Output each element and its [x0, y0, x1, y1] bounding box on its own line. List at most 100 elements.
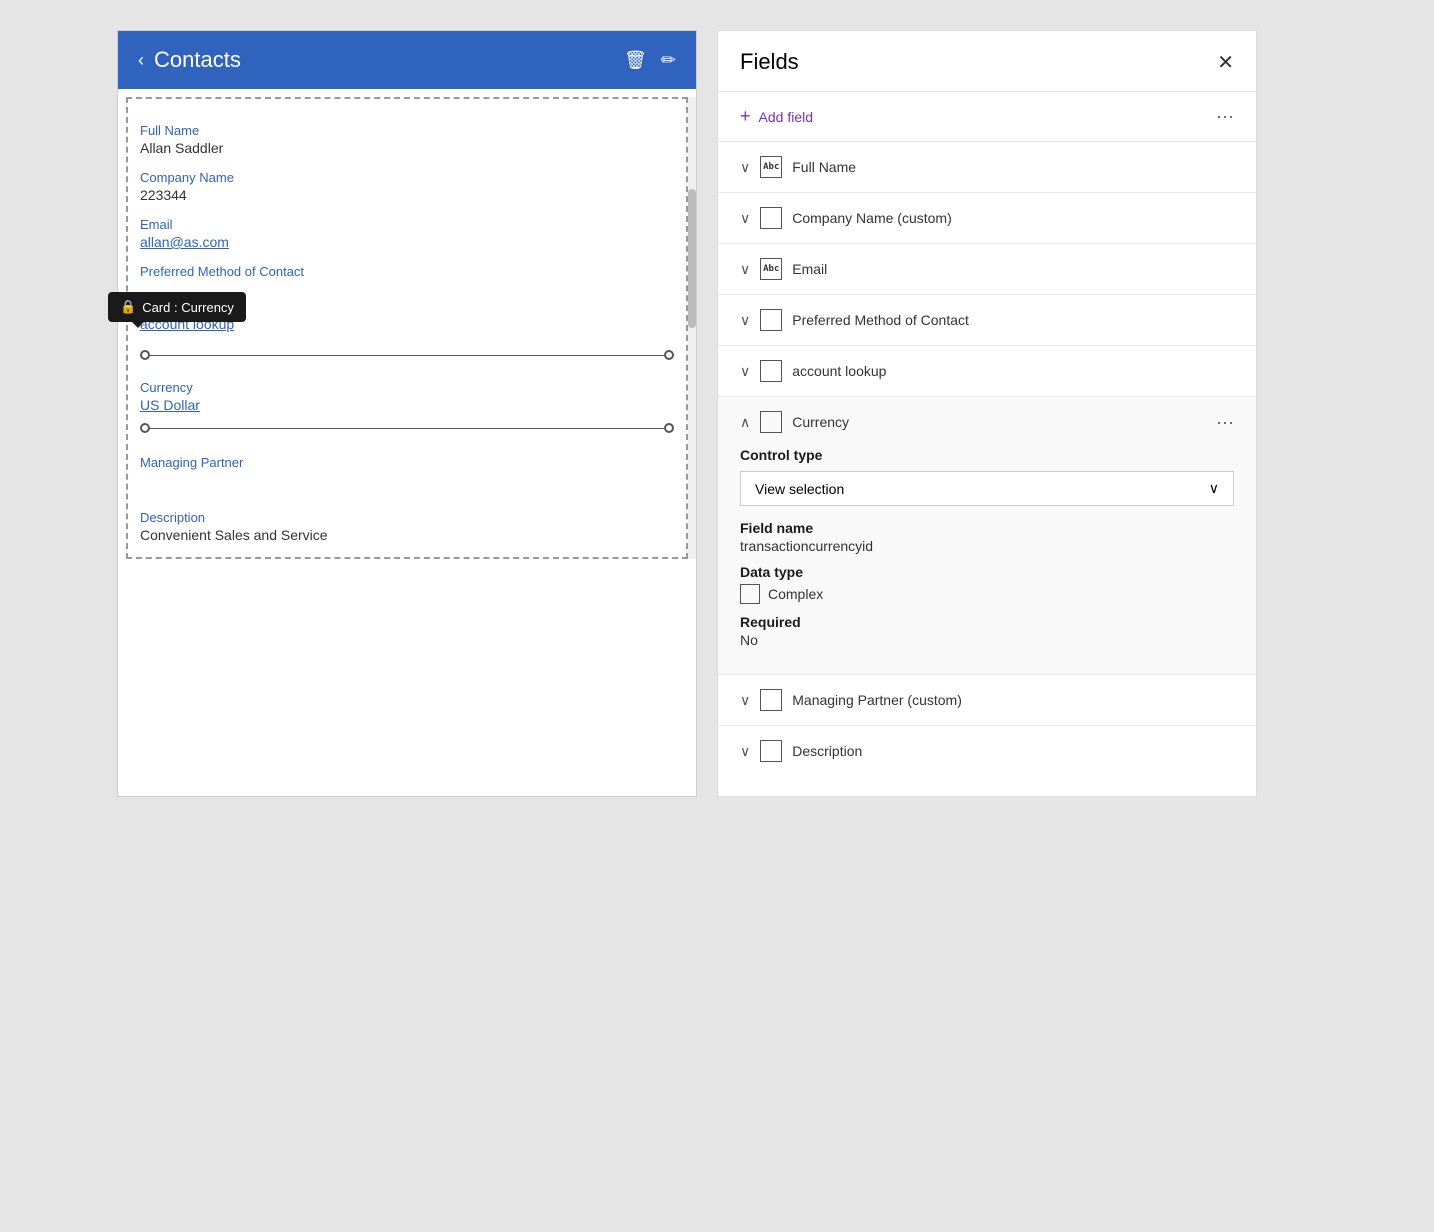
- tooltip-text: Card : Currency: [142, 300, 234, 315]
- description-value: Convenient Sales and Service: [140, 527, 674, 543]
- fullname-type-icon: Abc: [760, 156, 782, 178]
- scroll-thumb[interactable]: [688, 189, 696, 328]
- delete-icon[interactable]: 🗑: [624, 50, 647, 71]
- managing-partner-label: Managing Partner: [140, 455, 674, 470]
- field-name-value: transactioncurrencyid: [740, 538, 1234, 554]
- field-item-email[interactable]: ∨ Abc Email ···: [718, 244, 1256, 295]
- field-item-companyname[interactable]: ∨ Company Name (custom) ···: [718, 193, 1256, 244]
- handle-line-top: [150, 355, 664, 356]
- preferred-method-label: Preferred Method of Contact: [140, 264, 674, 279]
- handle-dot-right[interactable]: [664, 350, 674, 360]
- chevron-email: ∨: [740, 261, 750, 278]
- preferred-type-icon: [760, 309, 782, 331]
- field-item-preferred[interactable]: ∨ Preferred Method of Contact ···: [718, 295, 1256, 346]
- accountlookup-item-name: account lookup: [792, 363, 886, 379]
- managingpartner-type-icon: [760, 689, 782, 711]
- chevron-accountlookup: ∨: [740, 363, 750, 380]
- currency-label: Currency: [140, 380, 200, 395]
- required-row: Required No: [740, 614, 1234, 648]
- currency-type-icon: [760, 411, 782, 433]
- field-item-fullname[interactable]: ∨ Abc Full Name ···: [718, 142, 1256, 193]
- top-handle-row: [140, 350, 674, 360]
- contacts-panel: ‹ Contacts 🗑 ✏ Full Name Allan Saddler C…: [117, 30, 697, 797]
- preferred-item-name: Preferred Method of Contact: [792, 312, 969, 328]
- control-type-value: View selection: [755, 481, 844, 497]
- managing-partner-field: Managing Partner: [140, 455, 674, 470]
- control-type-dropdown[interactable]: View selection ∨: [740, 471, 1234, 506]
- accountlookup-type-icon: [760, 360, 782, 382]
- edit-icon[interactable]: ✏: [661, 50, 676, 71]
- fields-panel-title: Fields: [740, 49, 799, 75]
- bottom-handle-row: [140, 423, 674, 433]
- full-name-field: Full Name Allan Saddler: [140, 123, 674, 156]
- dropdown-chevron: ∨: [1209, 480, 1219, 497]
- contacts-body: Full Name Allan Saddler Company Name 223…: [118, 97, 696, 559]
- chevron-description: ∨: [740, 743, 750, 760]
- fields-panel: Fields ✕ + Add field ··· ∨ Abc Full Name…: [717, 30, 1257, 797]
- field-name-label: Field name: [740, 520, 1234, 536]
- fullname-item-name: Full Name: [792, 159, 856, 175]
- preferred-method-field: Preferred Method of Contact: [140, 264, 674, 279]
- description-type-icon: [760, 740, 782, 762]
- company-name-label: Company Name: [140, 170, 674, 185]
- chevron-preferred: ∨: [740, 312, 750, 329]
- email-type-icon: Abc: [760, 258, 782, 280]
- field-item-managingpartner[interactable]: ∨ Managing Partner (custom) ···: [718, 675, 1256, 726]
- add-field-row: + Add field ···: [718, 92, 1256, 142]
- chevron-fullname: ∨: [740, 159, 750, 176]
- currency-ellipsis[interactable]: ···: [1216, 412, 1234, 433]
- field-name-row: Field name transactioncurrencyid: [740, 520, 1234, 554]
- description-field: Description Convenient Sales and Service: [140, 510, 674, 543]
- data-type-value-row: Complex: [740, 584, 1234, 604]
- email-value[interactable]: allan@as.com: [140, 234, 674, 250]
- control-type-label: Control type: [740, 447, 1234, 463]
- managingpartner-item-name: Managing Partner (custom): [792, 692, 962, 708]
- companyname-type-icon: [760, 207, 782, 229]
- data-type-icon: [740, 584, 760, 604]
- full-name-value: Allan Saddler: [140, 140, 674, 156]
- handle-dot-left[interactable]: [140, 350, 150, 360]
- currency-details: Control type View selection ∨ Field name…: [718, 447, 1256, 674]
- currency-section: 🔒 Card : Currency Currency: [128, 342, 686, 441]
- add-field-button[interactable]: + Add field: [740, 106, 813, 127]
- chevron-currency: ∧: [740, 414, 750, 431]
- contacts-header: ‹ Contacts 🗑 ✏: [118, 31, 696, 89]
- full-name-label: Full Name: [140, 123, 674, 138]
- handle-dot-bottom-right[interactable]: [664, 423, 674, 433]
- description-item-name: Description: [792, 743, 862, 759]
- field-item-accountlookup[interactable]: ∨ account lookup ···: [718, 346, 1256, 397]
- add-field-label: Add field: [759, 109, 813, 125]
- email-field: Email allan@as.com: [140, 217, 674, 250]
- fields-header: Fields ✕: [718, 31, 1256, 92]
- data-type-value: Complex: [768, 586, 823, 602]
- data-type-label: Data type: [740, 564, 1234, 580]
- contacts-fields-area: Full Name Allan Saddler Company Name 223…: [126, 97, 688, 559]
- back-button[interactable]: ‹: [138, 50, 144, 71]
- handle-dot-bottom-left[interactable]: [140, 423, 150, 433]
- add-field-ellipsis[interactable]: ···: [1216, 106, 1234, 127]
- description-label: Description: [140, 510, 674, 525]
- currency-header-row[interactable]: ∧ Currency ···: [718, 397, 1256, 447]
- handle-line-bottom: [150, 428, 664, 429]
- currency-tooltip: 🔒 Card : Currency: [108, 292, 246, 322]
- contacts-title: Contacts: [154, 47, 241, 73]
- data-type-row: Data type Complex: [740, 564, 1234, 604]
- currency-expanded-section: ∧ Currency ··· Control type View selecti…: [718, 397, 1256, 675]
- control-type-section: Control type View selection ∨: [740, 447, 1234, 506]
- close-button[interactable]: ✕: [1217, 50, 1234, 75]
- chevron-managingpartner: ∨: [740, 692, 750, 709]
- companyname-item-name: Company Name (custom): [792, 210, 952, 226]
- scrollbar[interactable]: [688, 97, 696, 559]
- currency-field-inner: Currency US Dollar: [140, 362, 674, 421]
- currency-value[interactable]: US Dollar: [140, 397, 200, 413]
- plus-icon: +: [740, 106, 751, 127]
- email-label: Email: [140, 217, 674, 232]
- lock-icon: 🔒: [120, 299, 136, 315]
- company-name-field: Company Name 223344: [140, 170, 674, 203]
- chevron-companyname: ∨: [740, 210, 750, 227]
- company-name-value: 223344: [140, 187, 674, 203]
- currency-item-name: Currency: [792, 414, 849, 430]
- field-item-description[interactable]: ∨ Description ···: [718, 726, 1256, 776]
- email-item-name: Email: [792, 261, 827, 277]
- required-value: No: [740, 632, 1234, 648]
